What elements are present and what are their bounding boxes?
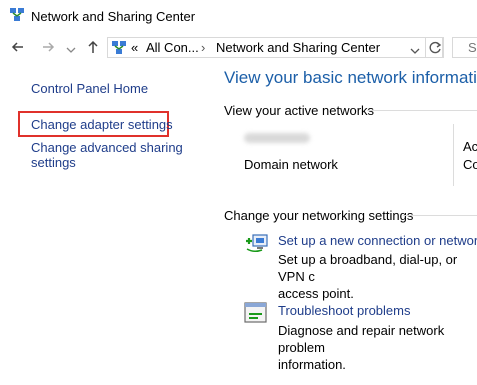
new-connection-icon (246, 234, 268, 253)
breadcrumb-item[interactable]: Network and Sharing Center (216, 40, 380, 55)
change-adapter-settings-link[interactable]: Change adapter settings (31, 117, 173, 132)
back-button[interactable] (11, 40, 25, 57)
address-dropdown-button[interactable] (410, 43, 420, 61)
network-type: Domain network (244, 157, 338, 172)
chevron-down-icon (66, 47, 76, 53)
divider (403, 215, 477, 216)
link-line: settings (31, 155, 76, 170)
search-placeholder: Se (468, 40, 477, 55)
network-name-redacted (244, 133, 310, 143)
troubleshoot-description: Diagnose and repair network problem info… (278, 322, 477, 373)
control-panel-home-link[interactable]: Control Panel Home (31, 81, 148, 96)
chevron-right-icon: › (201, 40, 206, 55)
window-title: Network and Sharing Center (31, 9, 196, 24)
search-input[interactable]: Se (452, 37, 477, 58)
description-line: Set up a broadband, dial-up, or VPN c (278, 252, 458, 284)
refresh-icon (429, 41, 442, 54)
breadcrumb-item[interactable]: All Con... (146, 40, 199, 55)
networking-settings-label: Change your networking settings (224, 208, 414, 223)
setup-connection-description: Set up a broadband, dial-up, or VPN c ac… (278, 251, 477, 302)
network-icon (112, 41, 126, 54)
arrow-left-icon (11, 42, 23, 52)
description-line: Diagnose and repair network problem (278, 323, 445, 355)
link-line: Change advanced sharing (31, 140, 183, 155)
up-button[interactable] (86, 40, 100, 57)
arrow-right-icon (43, 42, 55, 52)
description-line: access point. (278, 286, 354, 301)
setup-connection-link[interactable]: Set up a new connection or network (278, 233, 477, 248)
chevron-down-icon (410, 48, 420, 54)
arrow-up-icon (88, 40, 98, 53)
refresh-button[interactable] (425, 37, 444, 58)
divider (453, 124, 454, 186)
description-line: information. (278, 357, 346, 372)
breadcrumb-overflow[interactable]: « (131, 40, 138, 55)
connections-label: Co (463, 157, 477, 172)
page-title: View your basic network informatio (224, 68, 477, 87)
title-bar: Network and Sharing Center (0, 0, 477, 32)
recent-locations-button[interactable] (66, 42, 76, 58)
active-networks-label: View your active networks (224, 103, 375, 118)
troubleshoot-problems-link[interactable]: Troubleshoot problems (278, 303, 410, 318)
forward-button[interactable] (41, 40, 55, 57)
troubleshoot-icon (244, 302, 267, 323)
network-icon (10, 8, 24, 21)
divider (367, 110, 477, 111)
change-advanced-sharing-settings-link[interactable]: Change advanced sharing settings (31, 140, 183, 170)
access-type-label: Ac (463, 139, 477, 154)
